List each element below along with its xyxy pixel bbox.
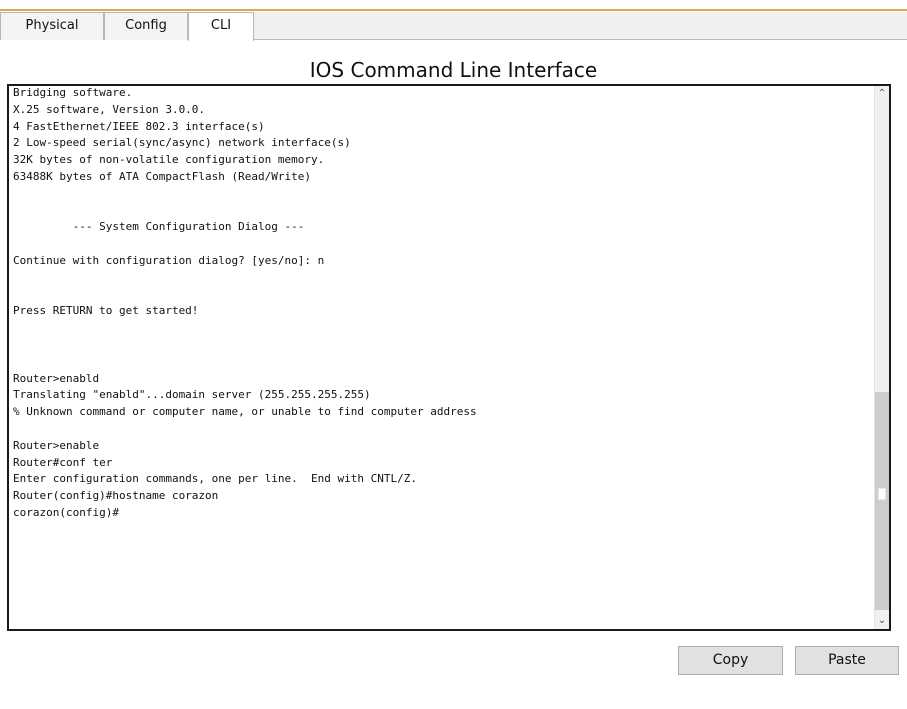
paste-button[interactable]: Paste — [795, 646, 899, 675]
console-line: Enter configuration commands, one per li… — [13, 472, 417, 486]
console-line: Bridging software. — [13, 86, 133, 99]
tab-cli[interactable]: CLI — [188, 12, 254, 41]
console-line: 4 FastEthernet/IEEE 802.3 interface(s) — [13, 119, 265, 133]
console-line: corazon(config)# — [13, 505, 119, 519]
console-line: Router#conf ter — [13, 455, 113, 469]
page-title: IOS Command Line Interface — [309, 58, 598, 82]
console-line: Translating "enabld"...domain server (25… — [13, 388, 371, 402]
window-top-accent — [0, 0, 907, 12]
console-line: --- System Configuration Dialog --- — [13, 220, 305, 234]
scrollbar-grip-icon — [878, 488, 886, 500]
console-line: Router>enabld — [13, 371, 100, 385]
tab-physical[interactable]: Physical — [0, 12, 104, 40]
console-output[interactable]: Bridging software. X.25 software, Version… — [13, 86, 873, 522]
console-line: 2 Low-speed serial(sync/async) network i… — [13, 136, 351, 150]
console-line: Continue with configuration dialog? [yes… — [13, 253, 325, 267]
tab-bar: Physical Config CLI — [0, 12, 907, 41]
console-line: % Unknown command or computer name, or u… — [13, 405, 477, 419]
scroll-up-icon[interactable]: ⌃ — [875, 86, 889, 102]
console-line: 32K bytes of non-volatile configuration … — [13, 153, 325, 167]
console-scrollbar[interactable]: ⌃ ⌄ — [874, 86, 889, 629]
console-line: Press RETURN to get started! — [13, 304, 199, 318]
cli-console[interactable]: Bridging software. X.25 software, Version… — [7, 84, 891, 631]
console-line: Router>enable — [13, 438, 100, 452]
tab-config[interactable]: Config — [104, 12, 188, 40]
console-line: Router(config)#hostname corazon — [13, 489, 219, 503]
console-line: 63488K bytes of ATA CompactFlash (Read/W… — [13, 169, 312, 183]
scrollbar-thumb[interactable] — [875, 392, 889, 610]
console-line: X.25 software, Version 3.0.0. — [13, 102, 206, 116]
scroll-down-icon[interactable]: ⌄ — [875, 613, 889, 629]
copy-button[interactable]: Copy — [678, 646, 783, 675]
